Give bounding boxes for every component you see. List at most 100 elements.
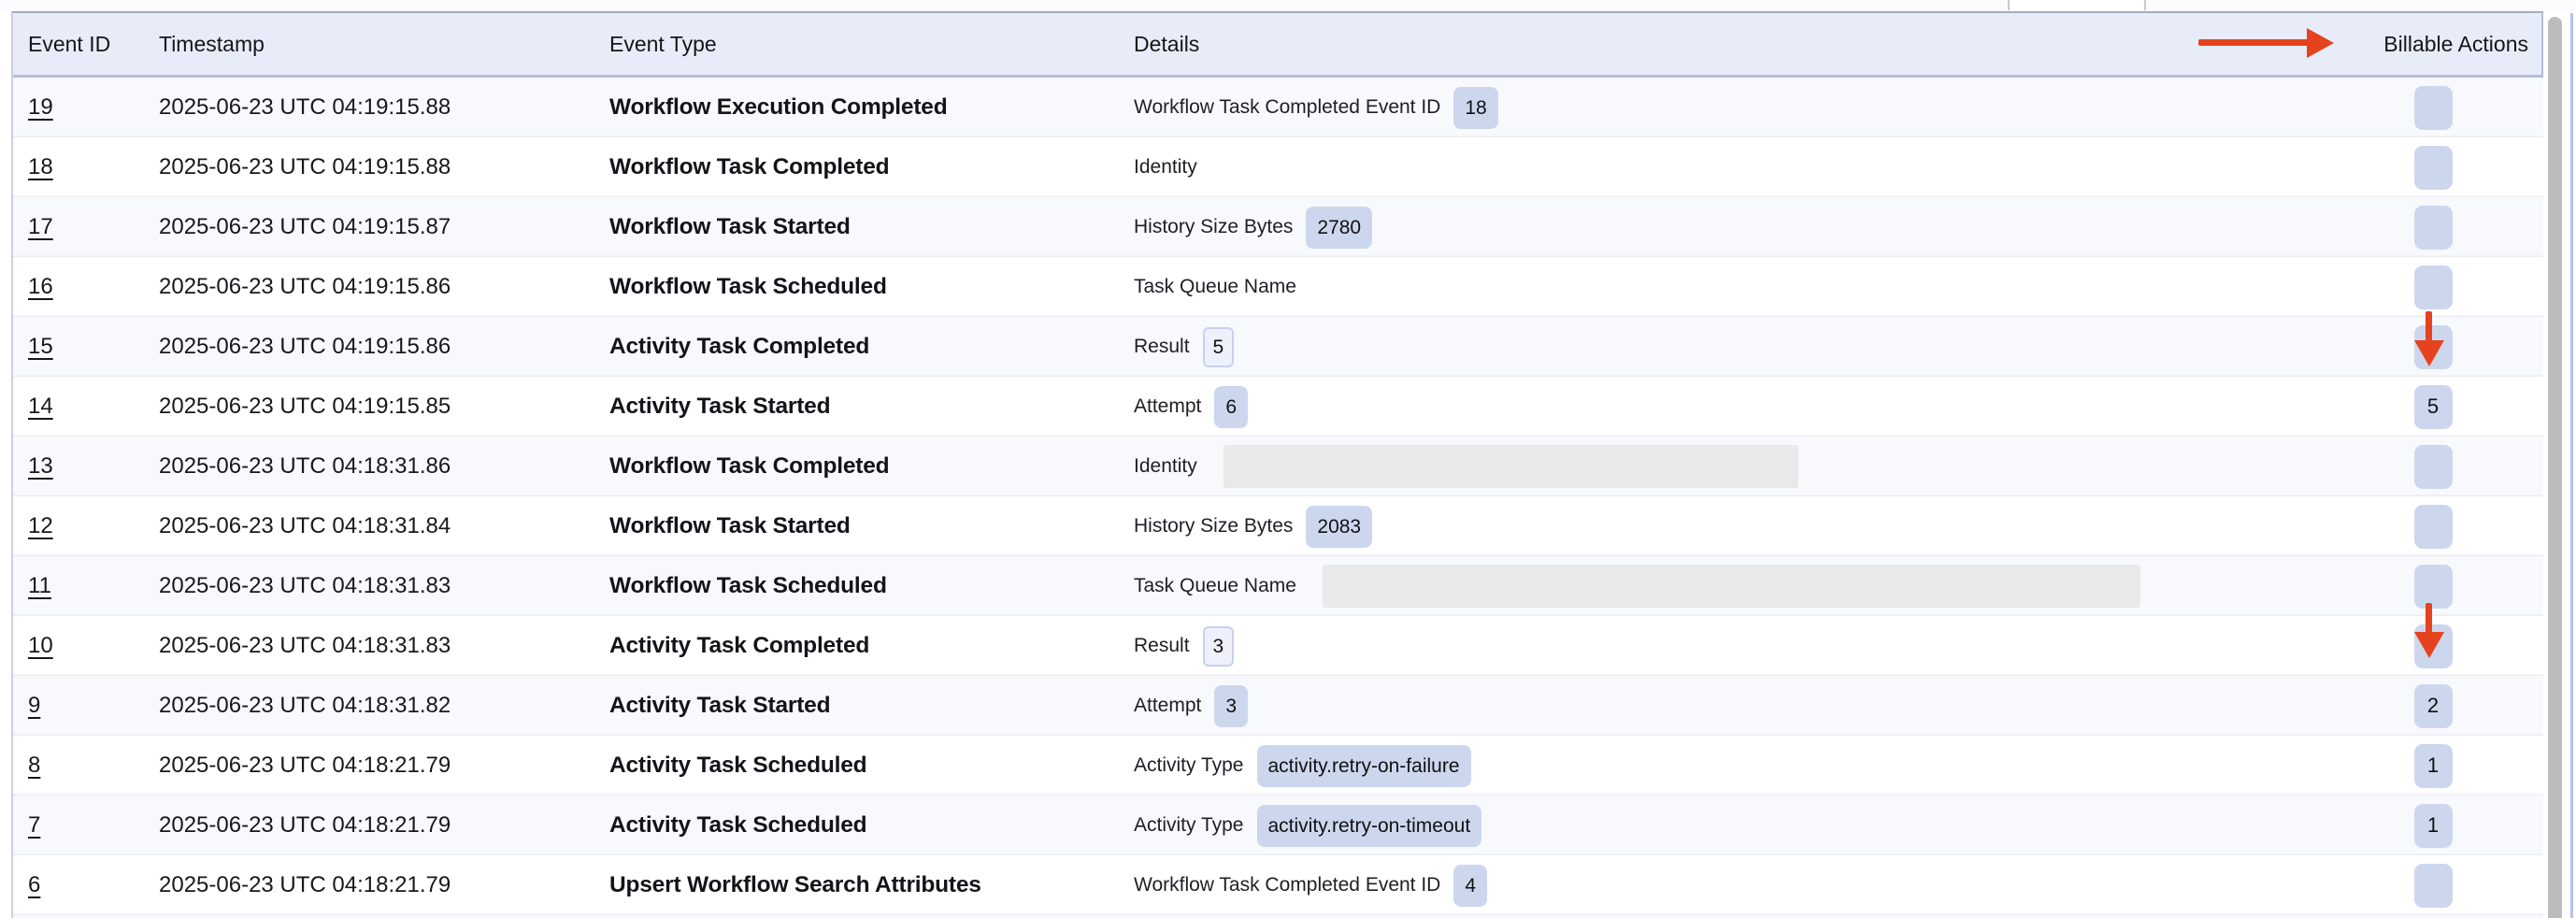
redacted-value-block xyxy=(1224,445,1798,488)
top-strip-segment xyxy=(2008,0,2146,10)
detail-value-badge: 3 xyxy=(1203,626,1235,667)
billable-actions-badge: 1 xyxy=(2414,744,2453,788)
table-row: 18 2025-06-23 UTC 04:19:15.88 Workflow T… xyxy=(13,137,2543,197)
event-id-cell: 16 xyxy=(13,274,159,300)
event-details: Activity Type activity.retry-on-failure xyxy=(1134,744,2323,787)
event-id-link[interactable]: 14 xyxy=(28,394,53,419)
billable-actions-cell xyxy=(2323,146,2543,190)
billable-actions-badge xyxy=(2414,325,2453,369)
event-id-link[interactable]: 17 xyxy=(28,214,53,239)
table-row: 11 2025-06-23 UTC 04:18:31.83 Workflow T… xyxy=(13,556,2543,616)
event-id-link[interactable]: 9 xyxy=(28,693,40,718)
billable-actions-cell: 1 xyxy=(2323,744,2543,788)
event-type: Activity Task Scheduled xyxy=(609,753,1134,779)
header-event-id: Event ID xyxy=(13,32,159,57)
detail-label: Activity Type xyxy=(1134,754,1244,777)
timestamp: 2025-06-23 UTC 04:19:15.85 xyxy=(159,394,609,420)
detail-label: Attempt xyxy=(1134,695,1201,717)
billable-actions-badge xyxy=(2414,265,2453,309)
table-row: 15 2025-06-23 UTC 04:19:15.86 Activity T… xyxy=(13,317,2543,377)
event-type: Upsert Workflow Search Attributes xyxy=(609,872,1134,898)
event-type: Workflow Task Completed xyxy=(609,154,1134,180)
detail-value-badge: activity.retry-on-failure xyxy=(1257,745,1471,787)
event-details: History Size Bytes 2083 xyxy=(1134,505,2323,548)
billable-actions-badge xyxy=(2414,505,2453,549)
table-row: 7 2025-06-23 UTC 04:18:21.79 Activity Ta… xyxy=(13,796,2543,855)
event-details: Identity xyxy=(1134,146,2323,189)
event-details: Result 5 xyxy=(1134,325,2323,368)
timestamp: 2025-06-23 UTC 04:19:15.88 xyxy=(159,94,609,121)
event-id-cell: 14 xyxy=(13,394,159,420)
event-details: Attempt 6 xyxy=(1134,385,2323,428)
table-row: 16 2025-06-23 UTC 04:19:15.86 Workflow T… xyxy=(13,257,2543,317)
event-id-link[interactable]: 16 xyxy=(28,274,53,299)
timestamp: 2025-06-23 UTC 04:18:31.84 xyxy=(159,513,609,539)
detail-label: Result xyxy=(1134,635,1190,657)
redacted-value-block xyxy=(1323,565,2140,608)
billable-actions-cell: 5 xyxy=(2323,385,2543,429)
event-type: Workflow Task Scheduled xyxy=(609,573,1134,599)
vertical-scrollbar-thumb[interactable] xyxy=(2548,17,2562,918)
billable-actions-badge: 5 xyxy=(2414,385,2453,429)
event-id-link[interactable]: 15 xyxy=(28,334,53,359)
event-id-link[interactable]: 8 xyxy=(28,753,40,778)
detail-label: Identity xyxy=(1134,156,1197,179)
detail-label: Task Queue Name xyxy=(1134,575,1296,597)
billable-actions-cell xyxy=(2323,325,2543,369)
event-type: Activity Task Completed xyxy=(609,334,1134,360)
detail-value-badge: 5 xyxy=(1203,327,1235,367)
event-type: Activity Task Started xyxy=(609,693,1134,719)
timestamp: 2025-06-23 UTC 04:19:15.86 xyxy=(159,274,609,300)
event-id-link[interactable]: 10 xyxy=(28,633,53,658)
event-type: Workflow Execution Completed xyxy=(609,94,1134,121)
header-details: Details xyxy=(1134,32,2321,57)
event-type: Activity Task Started xyxy=(609,394,1134,420)
event-id-link[interactable]: 18 xyxy=(28,154,53,179)
event-id-link[interactable]: 6 xyxy=(28,872,40,897)
detail-value-badge: 2780 xyxy=(1306,207,1372,249)
detail-label: History Size Bytes xyxy=(1134,515,1293,538)
timestamp: 2025-06-23 UTC 04:18:21.79 xyxy=(159,812,609,839)
event-details: History Size Bytes 2780 xyxy=(1134,206,2323,249)
event-id-cell: 11 xyxy=(13,573,159,599)
event-id-link[interactable]: 19 xyxy=(28,94,53,120)
table-row: 8 2025-06-23 UTC 04:18:21.79 Activity Ta… xyxy=(13,736,2543,796)
detail-label: Attempt xyxy=(1134,395,1201,418)
event-type: Workflow Task Started xyxy=(609,214,1134,240)
table-header-row: Event ID Timestamp Event Type Details Bi… xyxy=(13,13,2543,78)
billable-actions-cell xyxy=(2323,86,2543,130)
billable-actions-badge xyxy=(2414,146,2453,190)
timestamp: 2025-06-23 UTC 04:19:15.86 xyxy=(159,334,609,360)
detail-label: Workflow Task Completed Event ID xyxy=(1134,96,1440,119)
event-type: Activity Task Scheduled xyxy=(609,812,1134,839)
header-event-type: Event Type xyxy=(609,32,1134,57)
table-row: 10 2025-06-23 UTC 04:18:31.83 Activity T… xyxy=(13,616,2543,676)
event-id-link[interactable]: 7 xyxy=(28,812,40,838)
event-type: Activity Task Completed xyxy=(609,633,1134,659)
billable-actions-cell xyxy=(2323,864,2543,908)
event-details: Task Queue Name xyxy=(1134,265,2323,308)
billable-actions-cell: 2 xyxy=(2323,684,2543,728)
detail-label: Identity xyxy=(1134,455,1197,478)
billable-actions-cell xyxy=(2323,265,2543,309)
event-type: Workflow Task Started xyxy=(609,513,1134,539)
workflow-event-history-screen: Event ID Timestamp Event Type Details Bi… xyxy=(0,0,2576,918)
header-billable-actions: Billable Actions xyxy=(2321,32,2541,57)
event-id-cell: 15 xyxy=(13,334,159,360)
detail-value-badge: 18 xyxy=(1453,87,1497,129)
event-id-link[interactable]: 13 xyxy=(28,453,53,479)
detail-label: History Size Bytes xyxy=(1134,216,1293,238)
event-details: Result 3 xyxy=(1134,624,2323,667)
billable-actions-badge xyxy=(2414,565,2453,609)
table-row: 6 2025-06-23 UTC 04:18:21.79 Upsert Work… xyxy=(13,855,2543,915)
right-panel-edge xyxy=(2570,13,2573,918)
event-id-link[interactable]: 12 xyxy=(28,513,53,538)
billable-actions-cell: 1 xyxy=(2323,804,2543,848)
event-id-cell: 13 xyxy=(13,453,159,480)
detail-value-badge: 6 xyxy=(1214,386,1248,428)
billable-actions-cell xyxy=(2323,624,2543,668)
event-details: Workflow Task Completed Event ID 4 xyxy=(1134,864,2323,907)
table-row: 17 2025-06-23 UTC 04:19:15.87 Workflow T… xyxy=(13,197,2543,257)
top-strip xyxy=(0,0,2576,11)
event-id-link[interactable]: 11 xyxy=(28,573,51,598)
